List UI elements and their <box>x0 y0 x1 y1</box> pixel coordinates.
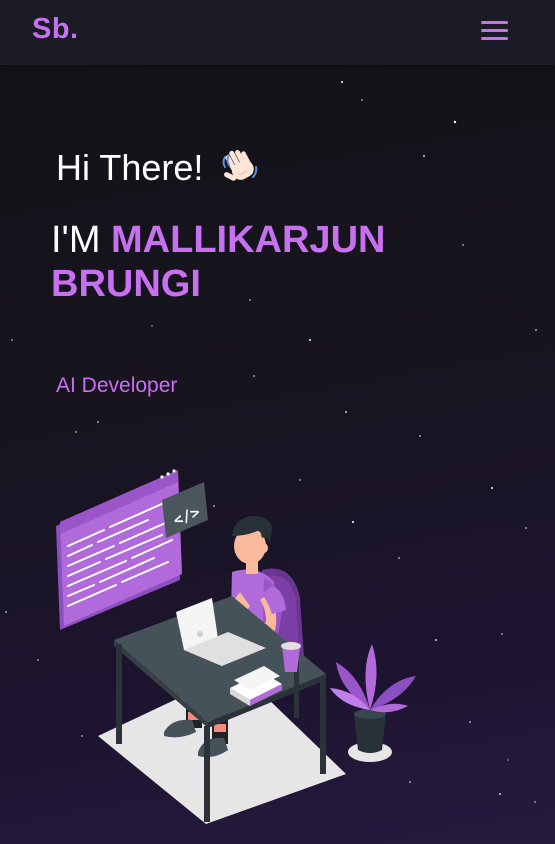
developer-at-desk-illustration: </> <box>56 469 416 824</box>
greeting-text: Hi There! <box>56 147 204 188</box>
menu-bar-line <box>480 20 508 24</box>
greeting: Hi There! <box>56 146 261 190</box>
role-typewriter-text: AI Developer <box>56 374 178 397</box>
potted-plant <box>330 644 416 753</box>
waving-hand-icon <box>222 149 258 181</box>
code-window-panel <box>56 469 182 630</box>
site-logo[interactable]: Sb. <box>32 13 79 46</box>
name-prefix: I'M <box>51 219 112 261</box>
top-navbar: Sb. <box>0 0 555 65</box>
menu-bar-line <box>480 36 508 40</box>
hamburger-menu-icon[interactable] <box>474 14 514 46</box>
menu-bar-line <box>480 28 508 32</box>
hero-name-heading: I'M MALLIKARJUN BRUNGI <box>51 218 521 306</box>
